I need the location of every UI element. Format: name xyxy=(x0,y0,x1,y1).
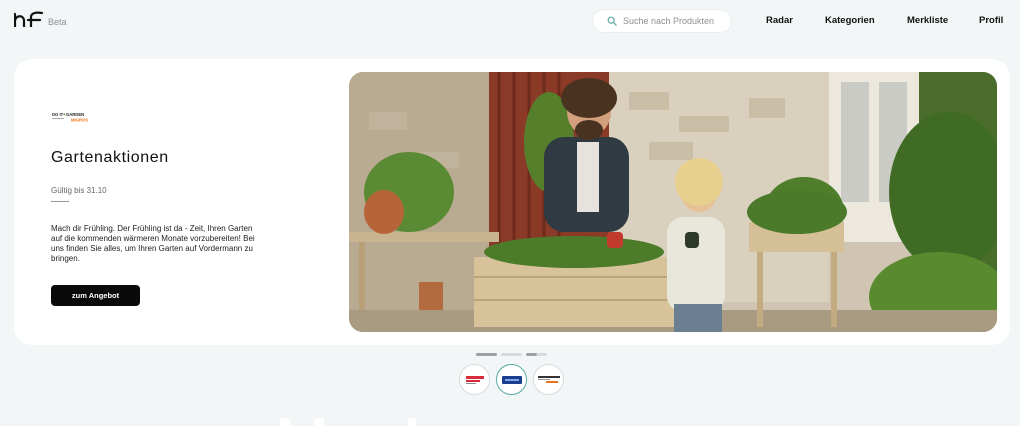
nav-radar[interactable]: Radar xyxy=(766,15,793,26)
nav-kategorien[interactable]: Kategorien xyxy=(825,15,875,26)
search-bar[interactable] xyxy=(593,10,731,32)
nav-merkliste[interactable]: Merkliste xyxy=(907,15,948,26)
promo-title: Gartenaktionen xyxy=(51,149,169,166)
carousel-indicator-1[interactable] xyxy=(476,353,497,356)
offer-button[interactable]: zum Angebot xyxy=(51,285,140,306)
svg-text:GARDEN: GARDEN xyxy=(66,112,84,117)
brand-logo-red-icon xyxy=(465,375,484,384)
beta-label: Beta xyxy=(48,17,67,27)
garden-photo xyxy=(349,72,997,332)
promo-card: DO IT + GARDEN MIGROS Gartenaktionen Gül… xyxy=(14,59,1010,345)
carousel-indicators xyxy=(476,353,547,356)
doit-garden-logo: DO IT + GARDEN MIGROS xyxy=(52,112,88,123)
promo-image[interactable] xyxy=(349,72,997,332)
promo-description: Mach dir Frühling. Der Frühling ist da -… xyxy=(51,224,255,263)
svg-text:DO IT: DO IT xyxy=(52,112,64,117)
thumbnail-2[interactable] xyxy=(496,364,527,395)
thumbnail-3[interactable] xyxy=(533,364,564,395)
carousel-indicator-2[interactable] xyxy=(501,353,522,356)
search-input[interactable] xyxy=(623,16,723,26)
hf-logo-icon xyxy=(14,11,44,27)
thumbnail-1[interactable] xyxy=(459,364,490,395)
validity-text: Gültig bis 31.10 xyxy=(51,186,107,195)
carousel-thumbnails xyxy=(459,364,564,395)
divider xyxy=(51,201,69,202)
brand-logo-doit-garden-icon xyxy=(537,375,560,383)
carousel-indicator-3[interactable] xyxy=(526,353,547,356)
below-fold-fragment xyxy=(408,418,416,426)
svg-text:MIGROS: MIGROS xyxy=(71,118,88,123)
app-logo[interactable]: Beta xyxy=(14,11,67,27)
brand-logo-blue-icon xyxy=(501,375,522,384)
below-fold-fragment xyxy=(280,418,290,426)
search-icon xyxy=(607,16,617,26)
nav-profil[interactable]: Profil xyxy=(979,15,1003,26)
top-bar: Beta Radar Kategorien Merkliste Profil xyxy=(0,0,1020,44)
below-fold-fragment xyxy=(314,418,324,426)
